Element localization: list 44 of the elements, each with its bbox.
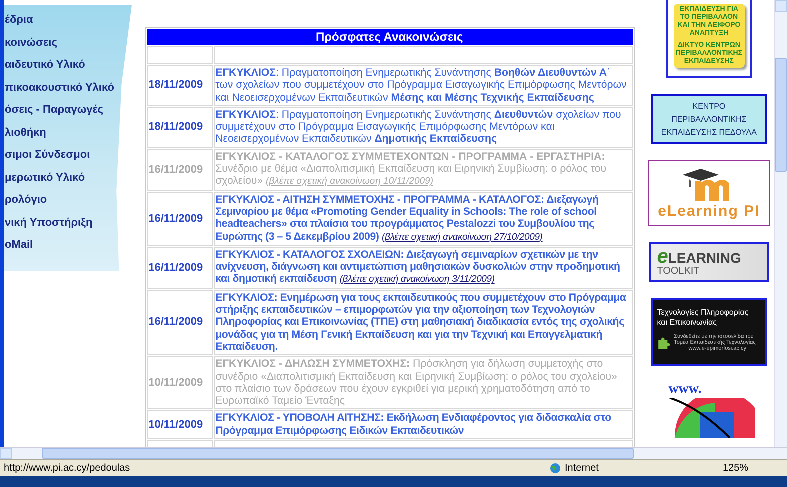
banner-text: ΚΕΝΤΡΟ ΠΕΡΙΒΑΛΛΟΝΤΙΚΗΣ ΕΚΠΑΙΔΕΥΣΗΣ ΠΕΔΟΥΛΑ [661, 100, 758, 138]
centre-banner[interactable]: ΚΕΝΤΡΟ ΠΕΡΙΒΑΛΛΟΝΤΙΚΗΣ ΕΚΠΑΙΔΕΥΣΗΣ ΠΕΔΟΥΛΑ [651, 94, 768, 144]
date-cell: 18/11/2009 [146, 65, 213, 106]
vertical-scrollbar[interactable] [774, 0, 787, 447]
announcement-text[interactable]: ΕΓΚΥΚΛΙΟΣ - ΑΙΤΗΣΗ ΣΥΜΜΕΤΟΧΗΣ - ΠΡΟΓΡΑΜΜΑ - ΚΑΤΑΛΟΓΟΣ: Διεξαγωγή Σεμιναρίου με θέμα «Promoting Gender Equality in Schools: The role of school headteachers» στα πλαίσια του προγράμματος Pestalozzi του Συμβουλίου της Ευρώπης (3 – 5 Δεκεμβρίου 2009) (βλέπε σχετική ανακοίνωση 27/10/2009) [216, 194, 631, 244]
banner-text: TOOLKIT [657, 266, 700, 276]
zoom-level[interactable]: 125% [719, 462, 787, 474]
related-link[interactable]: (βλέπε σχετική ανακοίνωση 3/11/2009) [340, 274, 495, 286]
date-cell: 18/11/2009 [146, 106, 213, 148]
sidebar-link[interactable]: oMail [4, 238, 34, 253]
date-cell: 10/11/2009 [146, 356, 213, 410]
sidebar-link[interactable]: έδρια [4, 13, 34, 28]
announcement-text[interactable]: ΕΓΚΥΚΛΙΟΣ - ΚΑΤΑΛΟΓΟΣ ΣΧΟΛΕΙΩΝ: Διεξαγωγή σεμιναρίων σχετικών με την ανίχνευση, διάγνωση και αντιμετώπιση μαθησιακών δυσκολιών στην προδημοτική και δημοτική εκπαίδευση (βλέπε σχετική ανακοίνωση 3/11/2009) [216, 248, 631, 287]
sidebar-link[interactable]: μερωτικό Υλικό [4, 170, 86, 186]
banner-text: LEARNING [668, 250, 742, 266]
globe-icon [550, 462, 561, 474]
banner-text: eLearning PI [658, 202, 760, 220]
status-url: http://www.pi.ac.cy/pedoulas [3, 462, 132, 474]
security-zone: Internet [564, 462, 600, 474]
sidebar-link[interactable]: σιμοι Σύνδεσμοι [4, 148, 90, 163]
date-cell: 16/11/2009 [146, 148, 213, 191]
horizontal-scrollbar[interactable] [0, 447, 787, 459]
date-cell: 16/11/2009 [146, 192, 213, 246]
announcement-text[interactable]: ΕΓΚΥΚΛΙΟΣ: Ενημέρωση για τους εκπαιδευτικούς που συμμετέχουν στο Πρόγραμμα στήριξης εκπαιδευτικών – επιμορφωτών για την αξιοποίηση των Τεχνολογιών Πληροφορίας και Επικοινωνίας (ΤΠΕ) στη μαθησιακή διαδικασία εντός της σχολικής μονάδας για τη Μέση Γενική Εκπαίδευση και για την Τεχνική και Επαγγελματική Εκπαίδευση. [216, 292, 631, 354]
date-cell: 16/11/2009 [146, 246, 213, 289]
table-title: Πρόσφατες Ανακοινώσεις [146, 29, 633, 45]
date-cell: 10/11/2009 [146, 410, 213, 440]
sidebar-link[interactable]: πικοακουστικό Υλικό [4, 80, 114, 96]
www-banner[interactable]: www. [650, 382, 768, 442]
announcement-text[interactable]: ΕΓΚΥΚΛΙΟΣ: Πραγματοποίηση Ενημερωτικής Συνάντησης Διευθυντών σχολείων που συμμετέχουν στο Πρόγραμμα Εισαγωγικής Επιμόρφωσης Μεντόρων και Νεοεισερχομένων Εκπαιδευτικών Δημοτικής Εκπαίδευσης [216, 108, 631, 146]
sidebar-link[interactable]: κοινώσεις [4, 36, 58, 50]
toolkit-banner[interactable]: eLEARNING TOOLKIT [649, 242, 770, 282]
related-link[interactable]: (βλέπε σχετική ανακοίνωση 27/10/2009) [382, 232, 543, 243]
sidebar-link[interactable]: νική Υποστήριξη [4, 216, 93, 230]
banner-text: e [657, 248, 668, 266]
banner-text: Τεχνολογίες Πληροφορίας και Επικοινωνίας [657, 308, 750, 328]
sidebar-link[interactable]: αιδευτικό Υλικό [4, 58, 86, 73]
sidebar-link[interactable]: λιοθήκη [4, 126, 46, 140]
sidebar-link[interactable]: ρολόγιο [4, 193, 48, 208]
announcement-text[interactable]: ΕΓΚΥΚΛΙΟΣ: Πραγματοποίηση Ενημερωτικής Συνάντησης Βοηθών Διευθυντών Α΄ των σχολείων που συμμετέχουν στο Πρόγραμμα Εισαγωγικής Επιμόρφωσης Μεντόρων και Νεοεισερχομένων Εκπαιδευτικών Μέσης και Μέσης Τεχνικής Εκπαίδευσης [216, 67, 631, 104]
date-cell: 16/11/2009 [146, 290, 213, 356]
sidebar-link[interactable]: όσεις - Παραγωγές [4, 103, 104, 118]
banner-text: www. [668, 382, 702, 398]
announcement-text[interactable]: ΕΓΚΥΚΛΙΟΣ - ΥΠΟΒΟΛΗ ΑΙΤΗΣΗΣ: Εκδήλωση Ενδιαφέροντος για διδασκαλία στο Πρόγραμμα Επιμόρφωσης Ειδικών Εκπαιδευτικών [216, 412, 631, 438]
